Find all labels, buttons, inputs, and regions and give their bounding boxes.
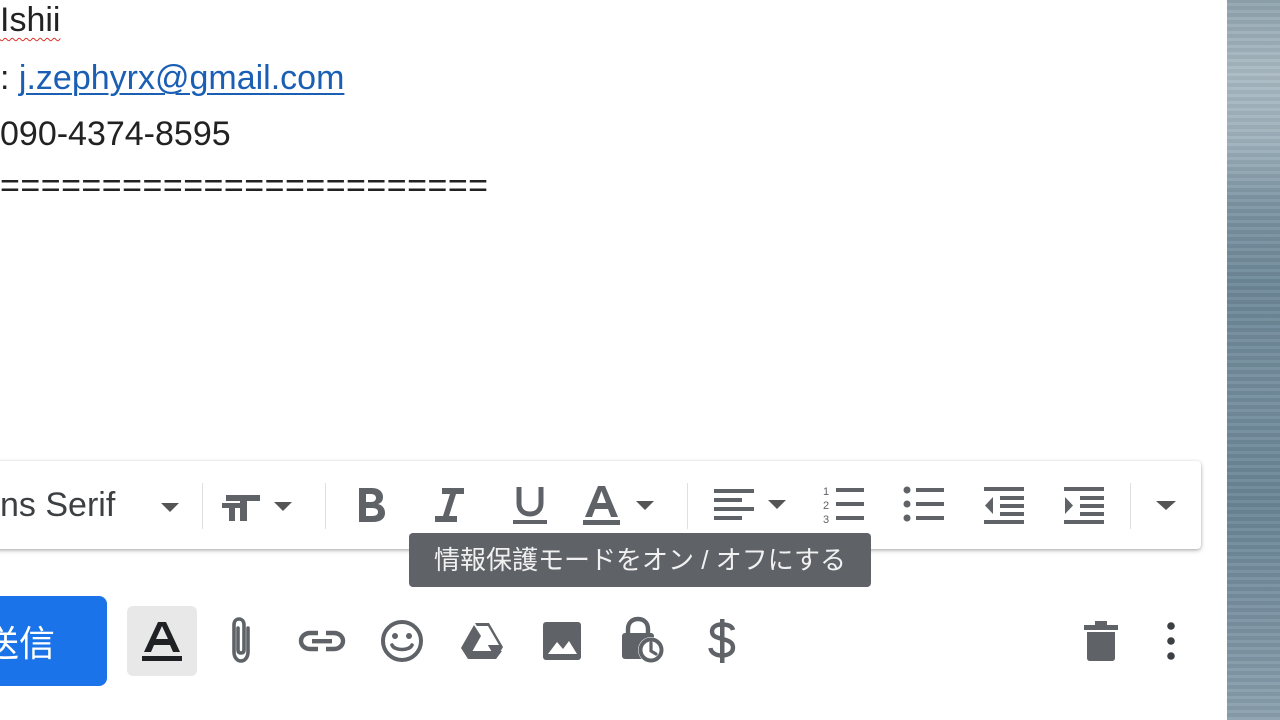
drive-icon bbox=[461, 623, 503, 659]
bulleted-list-button[interactable] bbox=[902, 475, 946, 535]
trash-icon bbox=[1084, 621, 1118, 661]
email-prefix: : bbox=[0, 59, 19, 97]
signature-email-line[interactable]: : j.zephyrx@gmail.com bbox=[0, 58, 344, 98]
emoji-icon bbox=[381, 620, 423, 662]
text-size-button[interactable] bbox=[222, 475, 304, 535]
discard-draft-button[interactable] bbox=[1066, 606, 1136, 676]
svg-text:3: 3 bbox=[823, 514, 829, 526]
toolbar-divider bbox=[325, 483, 326, 529]
font-family-select[interactable]: ns Serif bbox=[0, 461, 180, 549]
svg-text:1: 1 bbox=[823, 486, 829, 498]
toolbar-divider bbox=[687, 483, 688, 529]
signature-separator: ======================== bbox=[0, 167, 489, 205]
send-money-button[interactable] bbox=[687, 606, 757, 676]
more-formatting-button[interactable] bbox=[1148, 475, 1184, 535]
insert-drive-file-button[interactable] bbox=[447, 606, 517, 676]
signature-name: Ishii bbox=[0, 1, 61, 39]
align-button[interactable] bbox=[712, 475, 792, 535]
send-button[interactable]: 送信 bbox=[0, 596, 107, 686]
toolbar-divider bbox=[1130, 483, 1131, 529]
attach-button[interactable] bbox=[207, 606, 277, 676]
svg-text:2: 2 bbox=[823, 500, 829, 512]
underline-icon bbox=[513, 487, 547, 524]
indent-less-button[interactable] bbox=[982, 475, 1026, 535]
bulleted-list-icon bbox=[903, 486, 944, 522]
underline-button[interactable] bbox=[508, 475, 552, 535]
bold-button[interactable] bbox=[348, 475, 392, 535]
text-size-icon bbox=[222, 495, 292, 521]
numbered-list-icon: 1 2 3 bbox=[823, 486, 864, 526]
more-options-button[interactable] bbox=[1136, 606, 1206, 676]
signature-phone[interactable]: 090-4374-8595 bbox=[0, 114, 231, 154]
insert-photo-button[interactable] bbox=[527, 606, 597, 676]
signature-name-line[interactable]: Ishii bbox=[0, 0, 60, 40]
align-icon bbox=[714, 489, 786, 520]
more-vert-icon bbox=[1167, 622, 1175, 660]
email-link[interactable]: j.zephyrx@gmail.com bbox=[19, 59, 345, 97]
insert-emoji-button[interactable] bbox=[367, 606, 437, 676]
bold-icon bbox=[359, 488, 385, 522]
insert-link-button[interactable] bbox=[287, 606, 357, 676]
more-formatting-chevron-down-icon bbox=[1156, 501, 1176, 510]
text-color-button[interactable] bbox=[580, 475, 660, 535]
formatting-options-icon bbox=[142, 622, 182, 661]
compose-window: Ishii : j.zephyrx@gmail.com 090-4374-859… bbox=[0, 0, 1227, 720]
text-color-icon bbox=[583, 486, 654, 525]
confidential-mode-button[interactable] bbox=[607, 606, 677, 676]
photo-icon bbox=[543, 622, 581, 660]
money-icon bbox=[708, 619, 736, 663]
numbered-list-button[interactable]: 1 2 3 bbox=[822, 475, 866, 535]
background-wallpaper bbox=[1227, 0, 1280, 720]
link-icon bbox=[298, 630, 346, 652]
send-label: 送信 bbox=[0, 624, 55, 665]
formatting-options-button[interactable] bbox=[127, 606, 197, 676]
italic-icon bbox=[435, 488, 464, 522]
confidential-mode-tooltip: 情報保護モードをオン / オフにする bbox=[409, 533, 871, 587]
indent-less-icon bbox=[984, 487, 1024, 524]
confidential-mode-icon bbox=[622, 616, 664, 663]
italic-button[interactable] bbox=[428, 475, 472, 535]
indent-more-button[interactable] bbox=[1062, 475, 1106, 535]
toolbar-divider bbox=[202, 483, 203, 529]
font-family-label: ns Serif bbox=[0, 485, 116, 524]
font-family-chevron-down-icon bbox=[161, 503, 179, 512]
attach-icon bbox=[232, 617, 250, 663]
indent-more-icon bbox=[1064, 487, 1104, 524]
